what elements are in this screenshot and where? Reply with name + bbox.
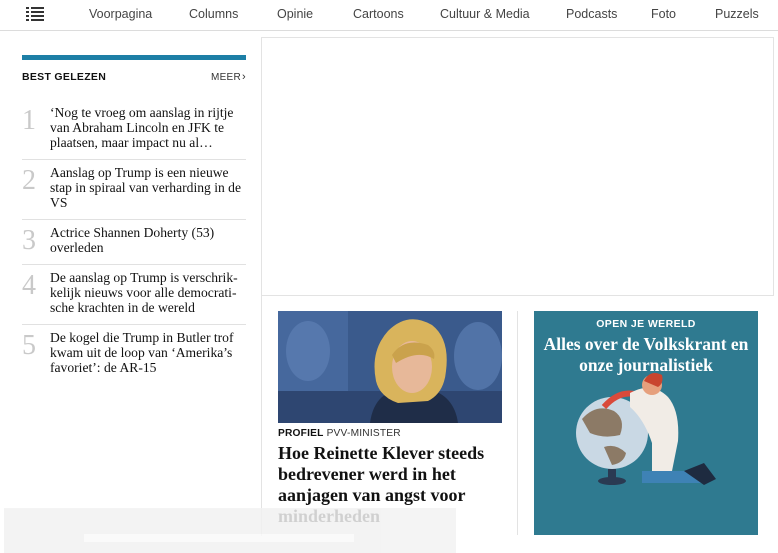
article-card[interactable]: PROFIEL PVV-MINISTER Hoe Reinette Klever … bbox=[278, 311, 502, 527]
chevron-right-icon: › bbox=[242, 71, 246, 83]
nav-item-podcasts[interactable]: Podcasts bbox=[566, 7, 617, 21]
article-photo[interactable] bbox=[278, 311, 502, 423]
nav-item-cultuur-media[interactable]: Cultuur & Media bbox=[440, 7, 530, 21]
rank-number: 2 bbox=[22, 165, 36, 196]
nav-item-opinie[interactable]: Opinie bbox=[277, 7, 313, 21]
column-divider bbox=[261, 296, 262, 536]
list-item[interactable]: 2 Aanslag op Trump is een nieuwe stap in… bbox=[22, 160, 246, 220]
list-item[interactable]: 1 ‘Nog te vroeg om aanslag in rijtje van… bbox=[22, 100, 246, 160]
nav-item-foto[interactable]: Foto bbox=[651, 7, 676, 21]
progress-track bbox=[84, 534, 354, 542]
headline-link[interactable]: De kogel die Trump in Butler trof kwam u… bbox=[50, 330, 246, 375]
rank-number: 4 bbox=[22, 270, 36, 301]
portrait-photo bbox=[278, 311, 502, 423]
menu-icon[interactable] bbox=[26, 7, 44, 22]
video-overlay-bar bbox=[4, 508, 456, 553]
best-read-panel: BEST GELEZEN MEER› 1 ‘Nog te vroeg om aa… bbox=[22, 55, 246, 384]
nav-item-voorpagina[interactable]: Voorpagina bbox=[89, 7, 152, 21]
nav-item-puzzels[interactable]: Puzzels bbox=[715, 7, 759, 21]
rank-number: 1 bbox=[22, 105, 36, 136]
kicker-tag: PVV-MINISTER bbox=[326, 428, 401, 439]
headline-link[interactable]: Actrice Shannen Doherty (53) overleden bbox=[50, 225, 246, 255]
headline-link[interactable]: Aanslag op Trump is een nieuwe stap in s… bbox=[50, 165, 246, 210]
accent-bar bbox=[22, 55, 246, 60]
list-item[interactable]: 3 Actrice Shannen Doherty (53) overleden bbox=[22, 220, 246, 265]
rank-number: 5 bbox=[22, 330, 36, 361]
best-read-list: 1 ‘Nog te vroeg om aanslag in rijtje van… bbox=[22, 100, 246, 384]
ad-placeholder bbox=[261, 37, 774, 296]
kicker-label: PROFIEL bbox=[278, 428, 324, 439]
list-item[interactable]: 5 De kogel die Trump in Butler trof kwam… bbox=[22, 325, 246, 384]
article-kicker: PROFIEL PVV-MINISTER bbox=[278, 428, 502, 439]
more-label: MEER bbox=[210, 72, 242, 83]
column-divider bbox=[517, 311, 518, 535]
headline-link[interactable]: De aanslag op Trump is verschrik-kelijk … bbox=[50, 270, 246, 315]
promo-banner[interactable]: OPEN JE WERELD Alles over de Volkskrant … bbox=[534, 311, 758, 535]
top-nav: Voorpagina Columns Opinie Cartoons Cultu… bbox=[0, 0, 778, 31]
best-read-title: BEST GELEZEN bbox=[22, 71, 107, 83]
rank-number: 3 bbox=[22, 225, 36, 256]
globe-illustration bbox=[576, 373, 716, 485]
list-item[interactable]: 4 De aanslag op Trump is verschrik-kelij… bbox=[22, 265, 246, 325]
nav-item-cartoons[interactable]: Cartoons bbox=[353, 7, 404, 21]
more-link[interactable]: MEER› bbox=[211, 71, 246, 83]
nav-item-columns[interactable]: Columns bbox=[189, 7, 238, 21]
headline-link[interactable]: ‘Nog te vroeg om aanslag in rijtje van A… bbox=[50, 105, 246, 150]
